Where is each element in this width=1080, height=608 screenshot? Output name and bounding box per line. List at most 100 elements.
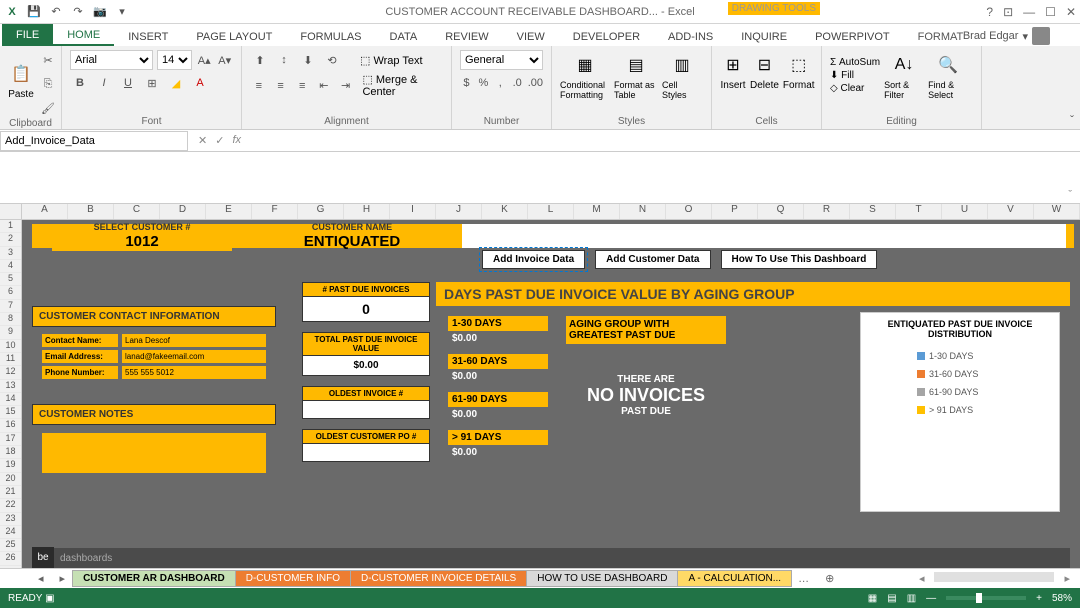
row-header[interactable]: 22 [0,499,21,512]
row-header[interactable]: 1 [0,220,21,233]
macro-record-icon[interactable]: ▣ [45,593,54,604]
add-invoice-button[interactable]: Add Invoice Data [482,250,585,269]
decrease-indent-icon[interactable]: ⇤ [315,76,333,96]
sheet-tab-dashboard[interactable]: CUSTOMER AR DASHBOARD [72,570,236,587]
format-cells-button[interactable]: ⬚Format [783,50,815,100]
row-header[interactable]: 9 [0,326,21,339]
copy-icon[interactable]: ⎘ [38,74,58,94]
sort-filter-button[interactable]: A↓Sort & Filter [884,50,924,100]
row-header[interactable]: 16 [0,419,21,432]
user-account[interactable]: Brad Edgar ▾ [963,27,1050,45]
tab-powerpivot[interactable]: POWERPIVOT [801,28,904,46]
tab-review[interactable]: REVIEW [431,28,502,46]
tab-data[interactable]: DATA [376,28,432,46]
col-header[interactable]: K [482,204,528,219]
ribbon-options-icon[interactable]: ⊡ [1003,5,1013,19]
select-all-corner[interactable] [0,204,22,219]
tab-home[interactable]: HOME [53,26,114,46]
align-center-icon[interactable]: ≡ [272,76,290,96]
fill-color-icon[interactable]: ◢ [166,73,186,93]
sheet-tab-invoice-details[interactable]: D-CUSTOMER INVOICE DETAILS [350,570,527,587]
row-header[interactable]: 2 [0,233,21,246]
close-icon[interactable]: ✕ [1066,5,1076,19]
tab-developer[interactable]: DEVELOPER [559,28,654,46]
col-header[interactable]: N [620,204,666,219]
zoom-out-icon[interactable]: — [926,593,936,604]
merge-center-button[interactable]: ⬚ Merge & Center [362,73,443,98]
name-box[interactable] [0,131,188,151]
select-customer-value[interactable]: 1012 [52,232,232,251]
view-page-layout-icon[interactable]: ▤ [887,593,896,604]
format-painter-icon[interactable]: 🖌 [38,98,58,118]
col-header[interactable]: J [436,204,482,219]
col-header[interactable]: W [1034,204,1080,219]
number-format-select[interactable]: General [460,50,543,70]
zoom-in-icon[interactable]: + [1036,593,1042,604]
italic-icon[interactable]: I [94,73,114,93]
zoom-slider[interactable] [946,596,1026,600]
formula-textarea[interactable] [300,152,1080,200]
underline-icon[interactable]: U [118,73,138,93]
view-normal-icon[interactable]: ▦ [868,593,877,604]
collapse-formula-icon[interactable]: ˇ [1068,189,1072,201]
col-header[interactable]: F [252,204,298,219]
enter-formula-icon[interactable]: ✓ [215,134,224,147]
cancel-formula-icon[interactable]: ✕ [198,134,207,147]
row-header[interactable]: 25 [0,539,21,552]
save-icon[interactable]: 💾 [26,4,42,20]
tab-inquire[interactable]: INQUIRE [727,28,801,46]
delete-cells-button[interactable]: ⊟Delete [750,50,779,100]
col-header[interactable]: H [344,204,390,219]
col-header[interactable]: T [896,204,942,219]
align-top-icon[interactable]: ⬆ [250,50,270,70]
border-icon[interactable]: ⊞ [142,73,162,93]
howto-button[interactable]: How To Use This Dashboard [721,250,878,269]
row-header[interactable]: 21 [0,486,21,499]
clear-button[interactable]: ◇ Clear [830,83,880,94]
maximize-icon[interactable]: ☐ [1045,5,1056,19]
add-customer-button[interactable]: Add Customer Data [595,250,710,269]
fx-icon[interactable]: fx [232,134,241,147]
qat-dropdown-icon[interactable]: ▾ [114,4,130,20]
conditional-formatting-button[interactable]: ▦Conditional Formatting [560,50,610,100]
row-header[interactable]: 3 [0,247,21,260]
col-header[interactable]: P [712,204,758,219]
row-header[interactable]: 15 [0,406,21,419]
align-middle-icon[interactable]: ↕ [274,50,294,70]
more-sheets-icon[interactable]: … [792,573,815,585]
col-header[interactable]: R [804,204,850,219]
help-icon[interactable]: ? [986,5,993,19]
row-header[interactable]: 24 [0,526,21,539]
row-header[interactable]: 19 [0,459,21,472]
tab-page-layout[interactable]: PAGE LAYOUT [182,28,286,46]
sheet-nav-prev-icon[interactable]: ◂ [30,572,52,585]
add-sheet-icon[interactable]: ⊕ [815,572,844,585]
row-header[interactable]: 7 [0,300,21,313]
sheet-tab-calculation[interactable]: A - CALCULATION... [677,570,792,587]
hscroll-track[interactable] [934,572,1054,582]
row-header[interactable]: 12 [0,366,21,379]
tab-formulas[interactable]: FORMULAS [286,28,375,46]
row-header[interactable]: 18 [0,446,21,459]
fill-button[interactable]: ⬇ Fill [830,70,880,81]
find-select-button[interactable]: 🔍Find & Select [928,50,968,100]
tab-file[interactable]: FILE [2,24,53,46]
col-header[interactable]: D [160,204,206,219]
camera-icon[interactable]: 📷 [92,4,108,20]
tab-addins[interactable]: ADD-INS [654,28,727,46]
col-header[interactable]: S [850,204,896,219]
align-left-icon[interactable]: ≡ [250,76,268,96]
worksheet-content[interactable]: ↻ SELECT CUSTOMER # 1012 CUSTOMER NAME E… [22,220,1080,568]
row-header[interactable]: 4 [0,260,21,273]
row-header[interactable]: 26 [0,552,21,565]
col-header[interactable]: Q [758,204,804,219]
hscroll-left-icon[interactable]: ◂ [919,572,925,585]
row-header[interactable]: 8 [0,313,21,326]
col-header[interactable]: C [114,204,160,219]
font-name-select[interactable]: Arial [70,50,153,70]
percent-icon[interactable]: % [477,73,490,93]
row-header[interactable]: 10 [0,340,21,353]
font-color-icon[interactable]: A [190,73,210,93]
row-header[interactable]: 14 [0,393,21,406]
tab-insert[interactable]: INSERT [114,28,182,46]
